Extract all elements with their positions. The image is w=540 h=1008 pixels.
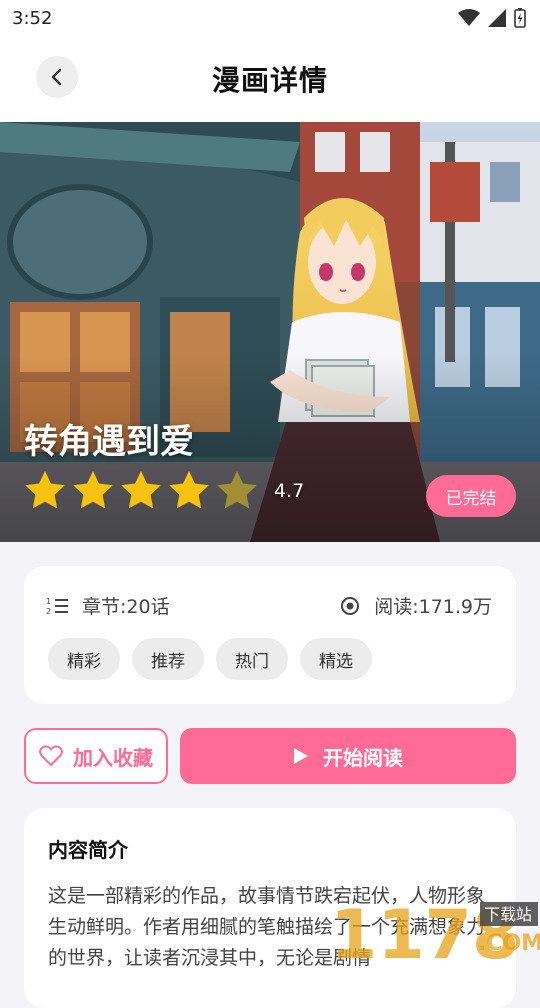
info-card: 1 2 章节:20话 阅读:171.9万 精彩 推荐 热门 精选 xyxy=(24,566,516,704)
chevron-left-icon xyxy=(51,68,62,86)
info-row: 1 2 章节:20话 阅读:171.9万 xyxy=(46,592,492,619)
tag[interactable]: 推荐 xyxy=(132,638,204,680)
tag-list: 精彩 推荐 热门 精选 xyxy=(48,638,372,680)
description-title: 内容简介 xyxy=(48,838,128,862)
status-icons xyxy=(458,8,526,28)
play-icon xyxy=(294,748,308,764)
star-icon xyxy=(73,470,113,509)
star-icon xyxy=(25,470,65,509)
rating-value: 4.7 xyxy=(274,480,305,502)
start-reading-label: 开始阅读 xyxy=(323,745,403,770)
status-bar: 3:52 xyxy=(0,0,540,36)
tag[interactable]: 热门 xyxy=(216,638,288,680)
svg-text:1: 1 xyxy=(46,597,51,606)
back-button[interactable] xyxy=(36,56,78,98)
list-icon: 1 2 xyxy=(46,597,68,616)
start-reading-button[interactable]: 开始阅读 xyxy=(180,728,516,784)
description-text: 这是一部精彩的作品，故事情节跌宕起伏，人物形象生动鲜明。作者用细腻的笔触描绘了一… xyxy=(48,885,486,969)
add-favorite-label: 加入收藏 xyxy=(73,745,153,770)
star-icon xyxy=(169,470,209,509)
heart-icon xyxy=(39,745,63,767)
page-title: 漫画详情 xyxy=(211,64,328,97)
read-count: 阅读:171.9万 xyxy=(374,596,492,618)
star-icon xyxy=(121,470,161,509)
chapter-info: 1 2 章节:20话 xyxy=(46,592,170,619)
add-favorite-button[interactable]: 加入收藏 xyxy=(24,728,168,784)
svg-text:2: 2 xyxy=(46,607,51,616)
rating-stars: 4.7 xyxy=(22,468,304,514)
tag[interactable]: 精选 xyxy=(300,638,372,680)
app-header: 漫画详情 xyxy=(0,36,540,122)
star-icon-partial xyxy=(217,470,257,509)
wifi-icon xyxy=(458,9,480,26)
eye-icon xyxy=(341,596,360,615)
status-time: 3:52 xyxy=(12,7,53,29)
chapter-count: 章节:20话 xyxy=(82,596,170,618)
description-card: 内容简介 这是一部精彩的作品，故事情节跌宕起伏，人物形象生动鲜明。作者用细腻的笔… xyxy=(24,808,516,1008)
battery-icon xyxy=(514,8,526,28)
status-badge: 已完结 xyxy=(426,475,516,517)
signal-icon xyxy=(488,9,506,27)
tag[interactable]: 精彩 xyxy=(48,638,120,680)
comic-cover: 转角遇到爱 4.7 已完结 xyxy=(0,122,540,542)
comic-title: 转角遇到爱 xyxy=(24,422,194,462)
read-info: 阅读:171.9万 xyxy=(340,592,492,619)
